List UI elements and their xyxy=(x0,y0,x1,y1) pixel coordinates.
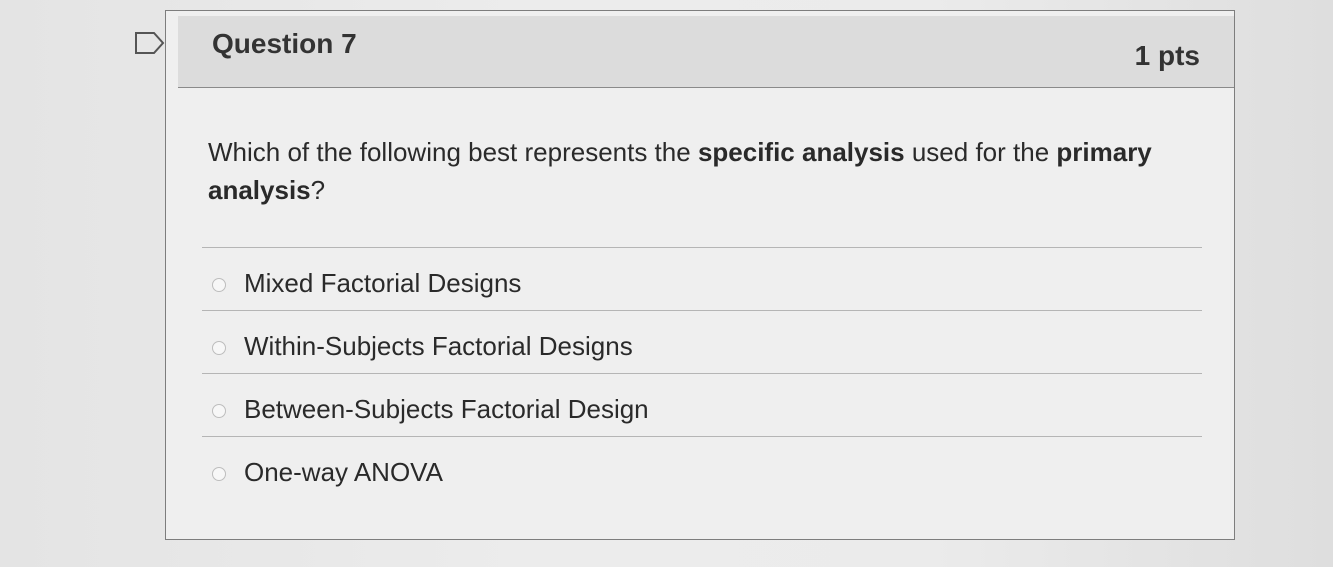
question-text-part: used for the xyxy=(904,137,1057,167)
question-text: Which of the following best represents t… xyxy=(208,133,1158,209)
flag-question-icon[interactable] xyxy=(134,30,166,56)
answer-label[interactable]: Within-Subjects Factorial Designs xyxy=(244,331,633,362)
question-text-part: ? xyxy=(310,175,326,205)
question-header: Question 7 1 pts xyxy=(178,16,1234,88)
radio-button-icon[interactable] xyxy=(212,404,226,418)
answer-option[interactable]: Within-Subjects Factorial Designs xyxy=(202,310,1202,373)
answer-label[interactable]: Mixed Factorial Designs xyxy=(244,268,521,299)
question-title: Question 7 xyxy=(212,28,357,59)
question-text-part: Which of the following best represents t… xyxy=(208,137,698,167)
question-card: Question 7 1 pts Which of the following … xyxy=(165,10,1235,540)
radio-button-icon[interactable] xyxy=(212,467,226,481)
answer-option[interactable]: Mixed Factorial Designs xyxy=(202,247,1202,310)
radio-button-icon[interactable] xyxy=(212,341,226,355)
answer-label[interactable]: One-way ANOVA xyxy=(244,457,443,488)
radio-button-icon[interactable] xyxy=(212,278,226,292)
question-points: 1 pts xyxy=(1134,40,1200,71)
question-text-part-bold: specific analysis xyxy=(697,137,905,167)
answer-option[interactable]: One-way ANOVA xyxy=(202,436,1202,499)
quiz-page: Question 7 1 pts Which of the following … xyxy=(0,0,1333,567)
answer-label[interactable]: Between-Subjects Factorial Design xyxy=(244,394,649,425)
answer-list: Mixed Factorial Designs Within-Subjects … xyxy=(202,247,1202,499)
answer-option[interactable]: Between-Subjects Factorial Design xyxy=(202,373,1202,436)
